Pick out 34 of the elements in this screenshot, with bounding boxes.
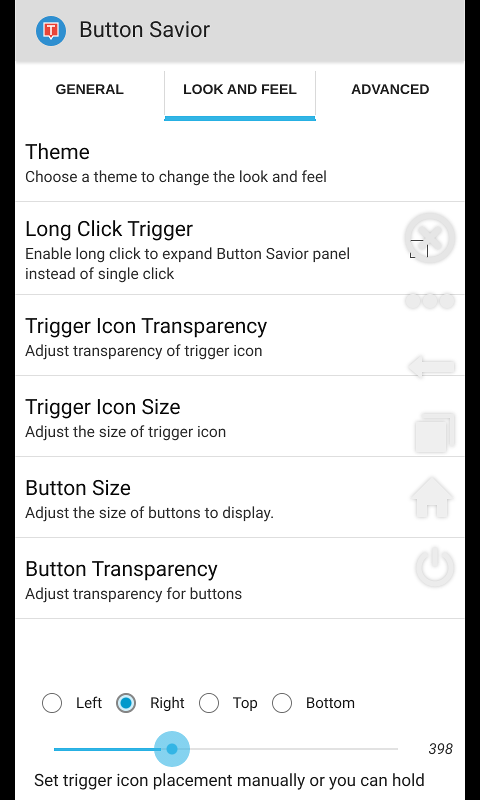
radio-label: Left: [76, 694, 102, 712]
radio-button[interactable]: [116, 693, 136, 713]
radio-label: Top: [232, 694, 258, 712]
home-icon[interactable]: [408, 475, 456, 519]
slider-value: 398: [428, 740, 453, 758]
setting-item[interactable]: Long Click Trigger Enable long click to expand Button Savior panel instead of single click: [15, 202, 465, 295]
more-icon[interactable]: [404, 292, 456, 310]
power-icon[interactable]: [414, 545, 456, 587]
radio-button[interactable]: [42, 693, 62, 713]
setting-title: Trigger Icon Transparency: [25, 314, 268, 341]
setting-title: Trigger Icon Size: [25, 395, 182, 422]
radio-label: Right: [150, 694, 185, 712]
setting-summary: Choose a theme to change the look and feel: [25, 167, 328, 187]
recent-apps-icon[interactable]: [414, 412, 456, 454]
app-logo-icon: [35, 14, 67, 46]
setting-summary: Adjust the size of buttons to display.: [25, 503, 276, 523]
hint-text: Set trigger icon placement manually or you can hold: [34, 771, 426, 791]
back-arrow-icon[interactable]: [406, 352, 456, 382]
setting-summary: Enable long click to expand Button Savior panel instead of single click: [25, 244, 352, 284]
setting-summary: Adjust transparency for buttons: [25, 584, 244, 604]
setting-title: Theme: [25, 140, 91, 167]
setting-title: Button Transparency: [25, 557, 219, 584]
setting-summary: Adjust transparency of trigger icon: [25, 341, 264, 361]
checkbox[interactable]: [410, 240, 428, 258]
setting-title: Long Click Trigger: [25, 217, 194, 244]
setting-item[interactable]: Button Transparency Adjust transparency for buttons: [15, 538, 465, 619]
radio-button[interactable]: [272, 693, 292, 713]
radio-button[interactable]: [198, 693, 219, 713]
slider-thumb[interactable]: [154, 731, 190, 767]
setting-item[interactable]: Theme Choose a theme to change the look and feel: [15, 121, 465, 202]
setting-title: Button Size: [25, 476, 132, 503]
app-title: Button Savior: [79, 18, 210, 43]
radio-label: Bottom: [306, 694, 356, 712]
setting-summary: Adjust the size of trigger icon: [25, 422, 228, 442]
